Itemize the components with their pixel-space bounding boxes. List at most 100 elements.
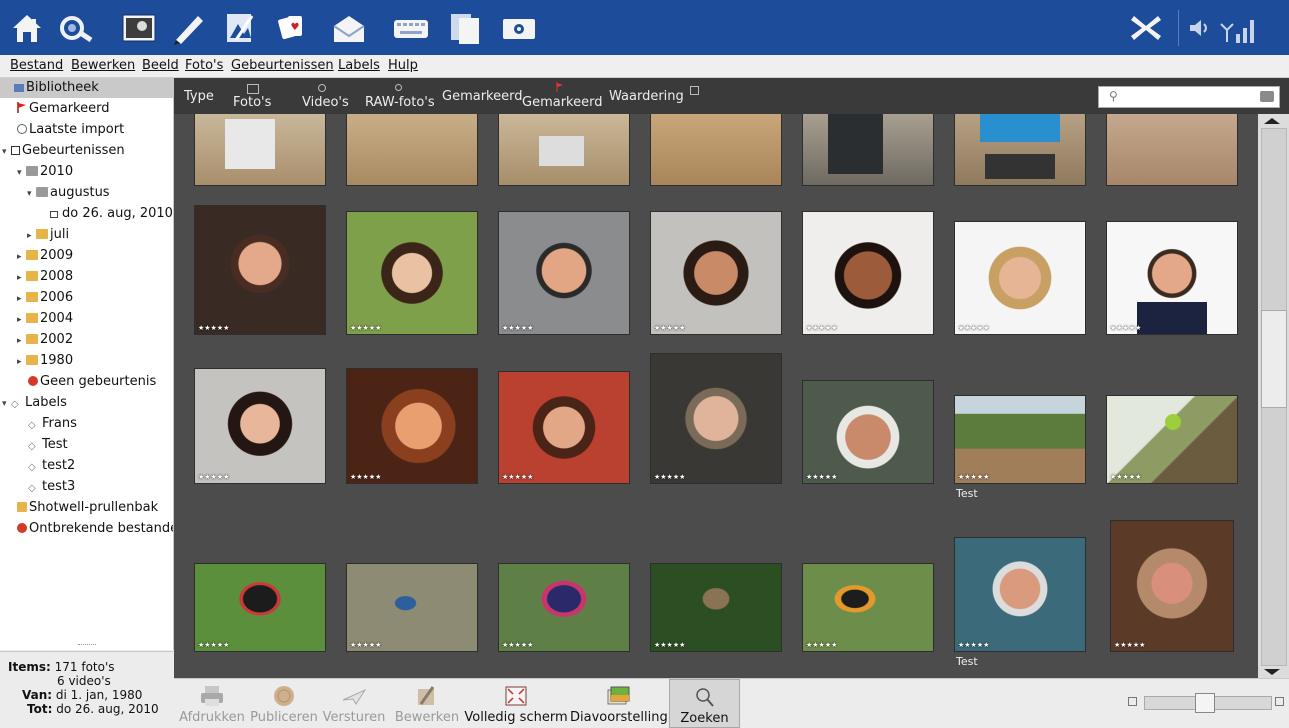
photo-thumbnail[interactable]: ★★★★★: [347, 564, 477, 651]
sidebar-item-2006[interactable]: ▸ 2006: [0, 288, 173, 309]
publish-button[interactable]: Publiceren: [248, 679, 320, 728]
send-button[interactable]: Versturen: [322, 679, 386, 728]
sidebar-item-event-2010-08-26[interactable]: do 26. aug, 2010: [0, 204, 173, 224]
image-editor-icon[interactable]: [222, 10, 260, 46]
photo-thumbnail[interactable]: ★★★★★: [651, 354, 781, 483]
sidebar-item-test3[interactable]: ◇ test3: [0, 477, 173, 497]
photo-thumbnail[interactable]: [1107, 114, 1237, 185]
expander-icon[interactable]: ▾: [2, 394, 11, 414]
photo-thumbnail[interactable]: ★★★★★: [1107, 222, 1237, 334]
menu-hulp[interactable]: Hulp: [388, 58, 418, 73]
print-button[interactable]: Afdrukken: [178, 679, 246, 728]
menu-labels[interactable]: Labels: [338, 58, 380, 73]
vertical-scrollbar[interactable]: [1258, 114, 1289, 678]
sidebar-item-juli[interactable]: ▸ juli: [0, 225, 173, 246]
filter-flagged[interactable]: Gemarkeerd: [522, 95, 602, 110]
photo-thumbnail[interactable]: ★★★★★: [803, 381, 933, 483]
sidebar-item-1980[interactable]: ▸ 1980: [0, 351, 173, 372]
expander-icon[interactable]: ▾: [2, 142, 11, 162]
sidebar-item-gemarkeerd[interactable]: Gemarkeerd: [0, 99, 173, 119]
photo-viewer-icon[interactable]: [120, 10, 158, 46]
photo-thumbnail[interactable]: ★★★★★: [499, 372, 629, 483]
expander-icon[interactable]: ▸: [17, 352, 26, 372]
photo-thumbnail[interactable]: ★★★★★: [195, 564, 325, 651]
photo-thumbnail[interactable]: ★★★★★: [499, 212, 629, 334]
menu-bestand[interactable]: Bestand: [10, 58, 63, 73]
zoom-in-icon[interactable]: [1275, 697, 1284, 706]
scroll-up-icon[interactable]: [1264, 118, 1280, 124]
photo-thumbnail[interactable]: ★★★★★: [651, 564, 781, 651]
menu-gebeurtenissen[interactable]: Gebeurtenissen: [231, 58, 334, 73]
clear-search-icon[interactable]: [1260, 91, 1274, 102]
sidebar-item-test[interactable]: ◇ Test: [0, 435, 173, 455]
photo-thumbnail[interactable]: ★★★★★: [955, 396, 1085, 483]
volume-icon[interactable]: [1186, 16, 1214, 40]
filter-raw[interactable]: RAW-foto's: [365, 95, 435, 110]
keyboard-icon[interactable]: [392, 10, 430, 46]
sidebar-item-2009[interactable]: ▸ 2009: [0, 246, 173, 267]
filter-videos[interactable]: Video's: [302, 95, 349, 110]
expander-icon[interactable]: ▸: [27, 226, 36, 246]
sidebar-item-prullenbak[interactable]: Shotwell-prullenbak: [0, 498, 173, 518]
photo-thumbnail[interactable]: ★★★★★: [499, 564, 629, 651]
photo-thumbnail[interactable]: ★★★★★: [955, 538, 1085, 651]
zoom-out-icon[interactable]: [1128, 697, 1137, 706]
photo-thumbnail[interactable]: ★★★★★: [955, 222, 1085, 334]
menu-beeld[interactable]: Beeld: [142, 58, 179, 73]
sidebar-resize-grip[interactable]: [78, 644, 96, 647]
cards-icon[interactable]: ♥: [274, 10, 312, 46]
photo-thumbnail[interactable]: ★★★★★: [803, 212, 933, 334]
photo-thumbnail[interactable]: ★★★★★: [651, 212, 781, 334]
expander-icon[interactable]: ▸: [17, 268, 26, 288]
photo-thumbnail[interactable]: ★★★★★: [347, 369, 477, 483]
search-field[interactable]: ⚲: [1098, 86, 1280, 108]
photo-thumbnail[interactable]: [955, 114, 1085, 185]
sidebar-item-bibliotheek[interactable]: Bibliotheek: [0, 78, 173, 98]
photo-thumbnail[interactable]: [347, 114, 477, 185]
menu-fotos[interactable]: Foto's: [185, 58, 223, 73]
sidebar-item-2004[interactable]: ▸ 2004: [0, 309, 173, 330]
text-editor-icon[interactable]: [170, 10, 208, 46]
expander-icon[interactable]: ▸: [17, 310, 26, 330]
mail-icon[interactable]: [330, 10, 368, 46]
filter-photos[interactable]: Foto's: [233, 95, 271, 110]
photo-thumbnail[interactable]: ★★★★★: [1107, 396, 1237, 483]
menu-bewerken[interactable]: Bewerken: [71, 58, 135, 73]
fullscreen-button[interactable]: Volledig scherm: [464, 679, 568, 728]
scroll-thumb[interactable]: [1261, 310, 1287, 408]
photo-thumbnail[interactable]: [803, 114, 933, 185]
media-icon[interactable]: [500, 10, 538, 46]
sidebar-item-labels[interactable]: ▾ ◇ Labels: [0, 393, 173, 414]
sidebar-item-test2[interactable]: ◇ test2: [0, 456, 173, 476]
expander-icon[interactable]: ▸: [17, 331, 26, 351]
gear-search-icon[interactable]: [57, 10, 95, 46]
photo-thumbnail[interactable]: ★★★★★: [803, 564, 933, 651]
sidebar-item-laatste-import[interactable]: Laatste import: [0, 120, 173, 140]
photo-thumbnail[interactable]: [651, 114, 781, 185]
sidebar-item-gebeurtenissen[interactable]: ▾ Gebeurtenissen: [0, 141, 173, 162]
sidebar-item-ontbrekende-bestanden[interactable]: Ontbrekende bestanden: [0, 519, 173, 539]
photo-thumbnail[interactable]: [499, 114, 629, 185]
signal-icon[interactable]: [1218, 12, 1260, 46]
slideshow-button[interactable]: Diavoorstelling: [570, 679, 668, 728]
photo-thumbnail[interactable]: ★★★★★: [1111, 521, 1233, 651]
photo-thumbnail[interactable]: ★★★★★: [347, 212, 477, 334]
expander-icon[interactable]: ▸: [17, 247, 26, 267]
sidebar-item-2010[interactable]: ▾ 2010: [0, 162, 173, 182]
expander-icon[interactable]: ▸: [17, 289, 26, 309]
home-icon[interactable]: [8, 10, 46, 46]
photo-thumbnail[interactable]: ★★★★★: [195, 206, 325, 334]
photo-thumbnail[interactable]: [195, 114, 325, 185]
search-button[interactable]: Zoeken: [669, 679, 740, 728]
zoom-slider[interactable]: [1128, 693, 1284, 713]
sidebar-item-augustus[interactable]: ▾ augustus: [0, 183, 173, 204]
scroll-down-icon[interactable]: [1264, 669, 1280, 675]
photo-thumbnail[interactable]: ★★★★★: [195, 369, 325, 483]
sidebar-item-2008[interactable]: ▸ 2008: [0, 267, 173, 288]
sidebar-item-geen-gebeurtenis[interactable]: Geen gebeurtenis: [0, 372, 173, 392]
files-icon[interactable]: [447, 10, 485, 46]
close-icon[interactable]: [1128, 12, 1164, 44]
sidebar-item-2002[interactable]: ▸ 2002: [0, 330, 173, 351]
expander-icon[interactable]: ▾: [27, 184, 36, 204]
rating-filter-icon[interactable]: [690, 86, 699, 95]
